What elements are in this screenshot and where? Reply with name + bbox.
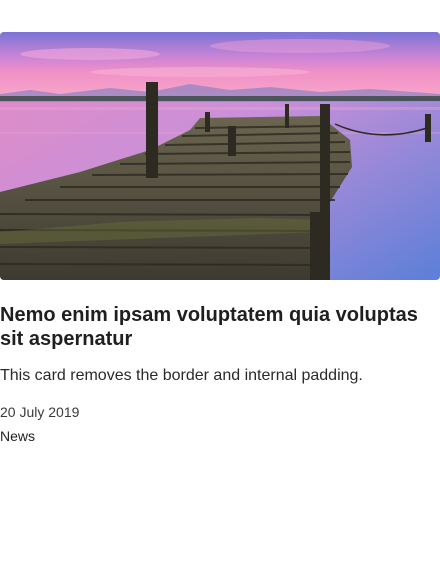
card-title-link[interactable]: Nemo enim ipsam voluptatem quia voluptas… xyxy=(0,304,418,350)
card-title[interactable]: Nemo enim ipsam voluptatem quia voluptas… xyxy=(0,303,440,351)
card-description: This card removes the border and interna… xyxy=(0,367,363,384)
card-date: 20 July 2019 xyxy=(0,404,80,420)
card-category: News xyxy=(0,428,36,444)
card: Nemo enim ipsam voluptatem quia voluptas… xyxy=(0,32,440,444)
card-image xyxy=(0,32,440,280)
